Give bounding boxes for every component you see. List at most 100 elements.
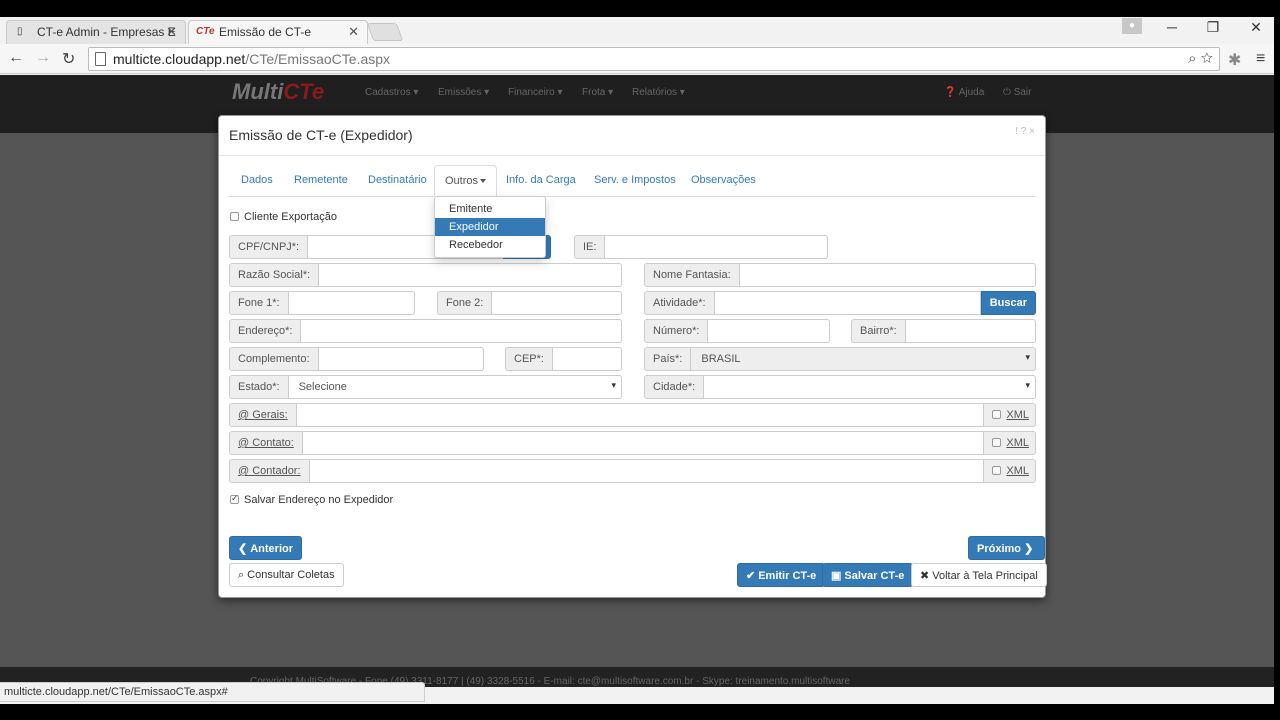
browser-tab-title: CT-e Admin - Empresas E xyxy=(37,25,176,39)
menu-icon[interactable]: ≡ xyxy=(1256,50,1265,68)
close-icon: ✖ xyxy=(920,570,930,582)
pais-label: País*: xyxy=(644,347,692,371)
dropdown-item-emitente[interactable]: Emitente xyxy=(435,200,545,218)
menu-financeiro[interactable]: Financeiro ▾ xyxy=(508,87,563,98)
email-contador-xml-checkbox[interactable]: XML xyxy=(984,459,1036,483)
nome-fantasia-input[interactable] xyxy=(739,263,1036,287)
estado-group: Estado*: Selecione xyxy=(229,375,622,399)
proximo-button[interactable]: Próximo ❯ xyxy=(968,536,1046,560)
restore-icon[interactable]: ❐ xyxy=(1193,19,1233,36)
browser-tab-emissao[interactable]: CTe Emissão de CT-e ✕ xyxy=(188,20,368,44)
app-logo: MultiCTe xyxy=(232,79,325,104)
checkbox-box[interactable] xyxy=(992,465,1002,475)
checkbox-box[interactable] xyxy=(230,211,239,221)
star-icon[interactable]: ☆ xyxy=(1201,50,1213,67)
window-close-icon[interactable]: ✕ xyxy=(1236,19,1276,36)
atividade-input[interactable] xyxy=(714,291,981,315)
check-icon: ✔ xyxy=(746,570,756,582)
help-link[interactable]: ❓ Ajuda xyxy=(944,87,984,98)
cpf-cnpj-label: CPF/CNPJ*: xyxy=(229,235,309,259)
salvar-cte-button[interactable]: ▣ Salvar CT-e xyxy=(822,563,914,587)
voltar-button[interactable]: ✖ Voltar à Tela Principal xyxy=(911,563,1047,587)
fone1-input[interactable] xyxy=(288,291,415,315)
cidade-select[interactable] xyxy=(704,375,1036,399)
menu-frota[interactable]: Frota ▾ xyxy=(582,87,613,98)
minimize-icon[interactable]: ─ xyxy=(1152,19,1192,35)
fone1-group: Fone 1*: xyxy=(229,291,415,315)
menu-relatorios[interactable]: Relatórios ▾ xyxy=(632,87,685,98)
browser-window: ▯ CT-e Admin - Empresas E ✕ CTe Emissão … xyxy=(0,17,1274,704)
razao-social-group: Razão Social*: xyxy=(229,263,622,287)
ie-input[interactable] xyxy=(605,235,828,259)
buscar-button[interactable]: Buscar xyxy=(980,291,1036,315)
back-icon[interactable]: ← xyxy=(8,49,24,67)
pais-select[interactable]: BRASIL xyxy=(691,347,1036,371)
modal-controls[interactable]: ! ? × xyxy=(1015,126,1035,137)
save-icon: ▣ xyxy=(831,570,842,582)
salvar-endereco-checkbox[interactable]: Salvar Endereço no Expedidor xyxy=(230,493,393,506)
page-icon: ▯ xyxy=(17,26,23,37)
email-contador-input[interactable] xyxy=(309,459,985,483)
page-viewport: MultiCTe Cadastros ▾ Emissões ▾ Financei… xyxy=(0,75,1274,687)
emitir-cte-button[interactable]: ✔ Emitir CT-e xyxy=(737,563,826,587)
checkbox-box[interactable] xyxy=(230,493,239,504)
bairro-input[interactable] xyxy=(905,319,1036,343)
ie-label: IE: xyxy=(574,235,606,259)
extension-icon[interactable]: ✱ xyxy=(1228,50,1241,70)
email-contato-label[interactable]: @ Contato: xyxy=(229,431,303,455)
checkbox-box[interactable] xyxy=(992,437,1002,447)
menu-cadastros[interactable]: Cadastros ▾ xyxy=(365,87,418,98)
razao-social-input[interactable] xyxy=(319,263,622,287)
email-gerais-xml-checkbox[interactable]: XML xyxy=(984,403,1036,427)
estado-label: Estado*: xyxy=(229,375,289,399)
tab-destinatario[interactable]: Destinatário xyxy=(368,165,427,197)
close-icon[interactable]: ✕ xyxy=(348,24,359,40)
complemento-input[interactable] xyxy=(318,347,484,371)
email-contador-group: @ Contador: XML xyxy=(229,459,1036,483)
browser-toolbar: ← → ↻ multicte.cloudapp.net/CTe/EmissaoC… xyxy=(0,44,1274,74)
endereco-input[interactable] xyxy=(301,319,622,343)
dropdown-item-expedidor[interactable]: Expedidor xyxy=(435,218,545,236)
cliente-exportacao-checkbox[interactable]: Cliente Exportação xyxy=(230,211,337,223)
tab-serv-impostos[interactable]: Serv. e Impostos xyxy=(594,165,676,197)
new-tab-button[interactable] xyxy=(366,23,404,41)
modal-tabs: Dados Remetente Destinatário Outros Info… xyxy=(229,165,1035,197)
email-gerais-input[interactable] xyxy=(296,403,985,427)
zoom-icon[interactable]: ⌕ xyxy=(1188,50,1196,67)
menu-emissoes[interactable]: Emissões ▾ xyxy=(438,87,489,98)
email-gerais-label[interactable]: @ Gerais: xyxy=(229,403,297,427)
atividade-label: Atividade*: xyxy=(644,291,715,315)
numero-input[interactable] xyxy=(708,319,830,343)
reload-icon[interactable]: ↻ xyxy=(62,49,75,69)
email-contato-xml-checkbox[interactable]: XML xyxy=(984,431,1036,455)
address-bar[interactable]: multicte.cloudapp.net/CTe/EmissaoCTe.asp… xyxy=(88,47,1220,71)
tab-info-carga[interactable]: Info. da Carga xyxy=(506,165,576,197)
cidade-group: Cidade*: xyxy=(644,375,1036,399)
nome-fantasia-label: Nome Fantasia: xyxy=(644,263,740,287)
close-icon[interactable]: ✕ xyxy=(166,24,177,40)
tab-dados[interactable]: Dados xyxy=(241,165,273,197)
checkbox-box[interactable] xyxy=(992,409,1002,419)
consultar-coletas-button[interactable]: ⌕ Consultar Coletas xyxy=(229,563,344,587)
outros-dropdown-menu: Emitente Expedidor Recebedor xyxy=(434,196,546,258)
fone1-label: Fone 1*: xyxy=(229,291,289,315)
tab-outros[interactable]: Outros xyxy=(434,165,498,197)
email-contador-label[interactable]: @ Contador: xyxy=(229,459,310,483)
anterior-button[interactable]: ❮ Anterior xyxy=(229,536,302,560)
fone2-input[interactable] xyxy=(492,291,622,315)
tab-observacoes[interactable]: Observações xyxy=(691,165,756,197)
email-contato-input[interactable] xyxy=(302,431,985,455)
cep-input[interactable] xyxy=(552,347,622,371)
dropdown-item-recebedor[interactable]: Recebedor xyxy=(435,236,545,254)
estado-select[interactable]: Selecione xyxy=(288,375,622,399)
user-icon[interactable]: ● xyxy=(1122,18,1142,34)
logout-link[interactable]: ⏻ Sair xyxy=(1003,87,1032,98)
numero-label: Número*: xyxy=(644,319,709,343)
tab-remetente[interactable]: Remetente xyxy=(294,165,348,197)
fone2-group: Fone 2: xyxy=(437,291,622,315)
pais-group: País*: BRASIL xyxy=(644,347,1036,371)
page-icon xyxy=(95,52,106,66)
complemento-group: Complemento: xyxy=(229,347,484,371)
browser-tab-ct-e-admin[interactable]: ▯ CT-e Admin - Empresas E ✕ xyxy=(6,20,186,44)
forward-icon[interactable]: → xyxy=(35,49,51,67)
